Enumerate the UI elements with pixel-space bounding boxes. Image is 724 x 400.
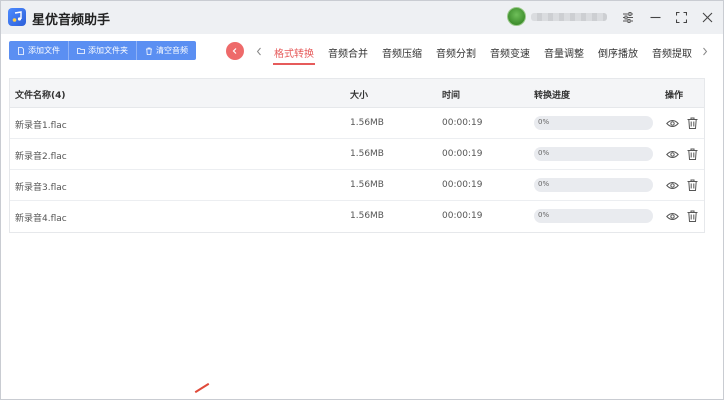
file-toolbar: 添加文件 添加文件夹 清空音频 — [9, 41, 196, 60]
file-size: 1.56MB — [350, 180, 384, 190]
clear-audio-button[interactable]: 清空音频 — [137, 41, 196, 60]
delete-trash-icon[interactable] — [685, 116, 699, 130]
header-size: 大小 — [350, 91, 369, 101]
chevron-left-icon — [232, 48, 237, 54]
app-window: 星优音频助手 添加文件 添加文件夹 清空音频 格式转换 音频合并 音频压缩 音频… — [0, 0, 724, 400]
tab-audio-compress[interactable]: 音频压缩 — [375, 39, 429, 65]
table-row[interactable]: 新录音4.flac 1.56MB 00:00:19 0% — [10, 201, 704, 232]
file-duration: 00:00:19 — [442, 211, 483, 221]
file-name: 新录音2.flac — [15, 152, 67, 162]
progress-text: 0% — [538, 180, 550, 188]
tab-audio-merge[interactable]: 音频合并 — [321, 39, 375, 65]
progress-bar: 0% — [534, 209, 653, 223]
table-row[interactable]: 新录音1.flac 1.56MB 00:00:19 0% — [10, 108, 704, 139]
add-file-button[interactable]: 添加文件 — [9, 41, 69, 60]
annotation-arrow-mark — [194, 382, 210, 394]
file-size: 1.56MB — [350, 211, 384, 221]
header-actions: 操作 — [665, 91, 684, 101]
progress-text: 0% — [538, 118, 550, 126]
table-row[interactable]: 新录音2.flac 1.56MB 00:00:19 0% — [10, 139, 704, 170]
preview-eye-icon[interactable] — [665, 116, 679, 130]
add-folder-label: 添加文件夹 — [88, 46, 128, 55]
delete-trash-icon[interactable] — [685, 147, 699, 161]
progress-text: 0% — [538, 149, 550, 157]
file-duration: 00:00:19 — [442, 149, 483, 159]
add-file-label: 添加文件 — [28, 46, 60, 55]
tab-scroll-right-icon[interactable] — [699, 44, 711, 58]
preview-eye-icon[interactable] — [665, 147, 679, 161]
folder-icon — [77, 47, 85, 54]
progress-bar: 0% — [534, 178, 653, 192]
collapse-sidebar-button[interactable] — [226, 42, 244, 60]
preview-eye-icon[interactable] — [665, 209, 679, 223]
sliders-icon[interactable] — [618, 7, 638, 27]
file-name: 新录音1.flac — [15, 121, 67, 131]
preview-eye-icon[interactable] — [665, 178, 679, 192]
close-icon[interactable] — [697, 7, 717, 27]
file-icon — [18, 46, 24, 55]
user-name[interactable] — [531, 13, 607, 21]
progress-bar: 0% — [534, 116, 653, 130]
delete-trash-icon[interactable] — [685, 209, 699, 223]
maximize-icon[interactable] — [671, 7, 691, 27]
tab-audio-split[interactable]: 音频分割 — [429, 39, 483, 65]
clear-audio-label: 清空音频 — [156, 46, 188, 55]
tab-volume-adjust[interactable]: 音量调整 — [537, 39, 591, 65]
header-progress: 转换进度 — [534, 91, 571, 101]
table-header: 文件名称(4) 大小 时间 转换进度 操作 — [10, 79, 704, 108]
tab-reverse-play[interactable]: 倒序播放 — [591, 39, 645, 65]
title-bar: 星优音频助手 — [1, 1, 723, 34]
file-size: 1.56MB — [350, 149, 384, 159]
progress-text: 0% — [538, 211, 550, 219]
function-tabs: 格式转换 音频合并 音频压缩 音频分割 音频变速 音量调整 倒序播放 音频提取 — [267, 39, 699, 65]
trash-icon — [146, 47, 152, 55]
tab-audio-speed[interactable]: 音频变速 — [483, 39, 537, 65]
app-title: 星优音频助手 — [32, 13, 111, 28]
tab-format-convert[interactable]: 格式转换 — [267, 39, 321, 65]
add-folder-button[interactable]: 添加文件夹 — [69, 41, 137, 60]
header-time: 时间 — [442, 91, 461, 101]
file-name: 新录音4.flac — [15, 214, 67, 224]
app-logo-icon — [8, 8, 26, 26]
file-size: 1.56MB — [350, 118, 384, 128]
user-avatar[interactable] — [507, 7, 526, 26]
delete-trash-icon[interactable] — [685, 178, 699, 192]
tab-audio-extract[interactable]: 音频提取 — [645, 39, 699, 65]
file-name: 新录音3.flac — [15, 183, 67, 193]
file-duration: 00:00:19 — [442, 180, 483, 190]
table-row[interactable]: 新录音3.flac 1.56MB 00:00:19 0% — [10, 170, 704, 201]
header-file-name: 文件名称(4) — [15, 91, 66, 101]
file-table: 文件名称(4) 大小 时间 转换进度 操作 新录音1.flac 1.56MB 0… — [9, 78, 705, 233]
file-duration: 00:00:19 — [442, 118, 483, 128]
minimize-icon[interactable] — [645, 7, 665, 27]
progress-bar: 0% — [534, 147, 653, 161]
tab-scroll-left-icon[interactable] — [253, 44, 265, 58]
